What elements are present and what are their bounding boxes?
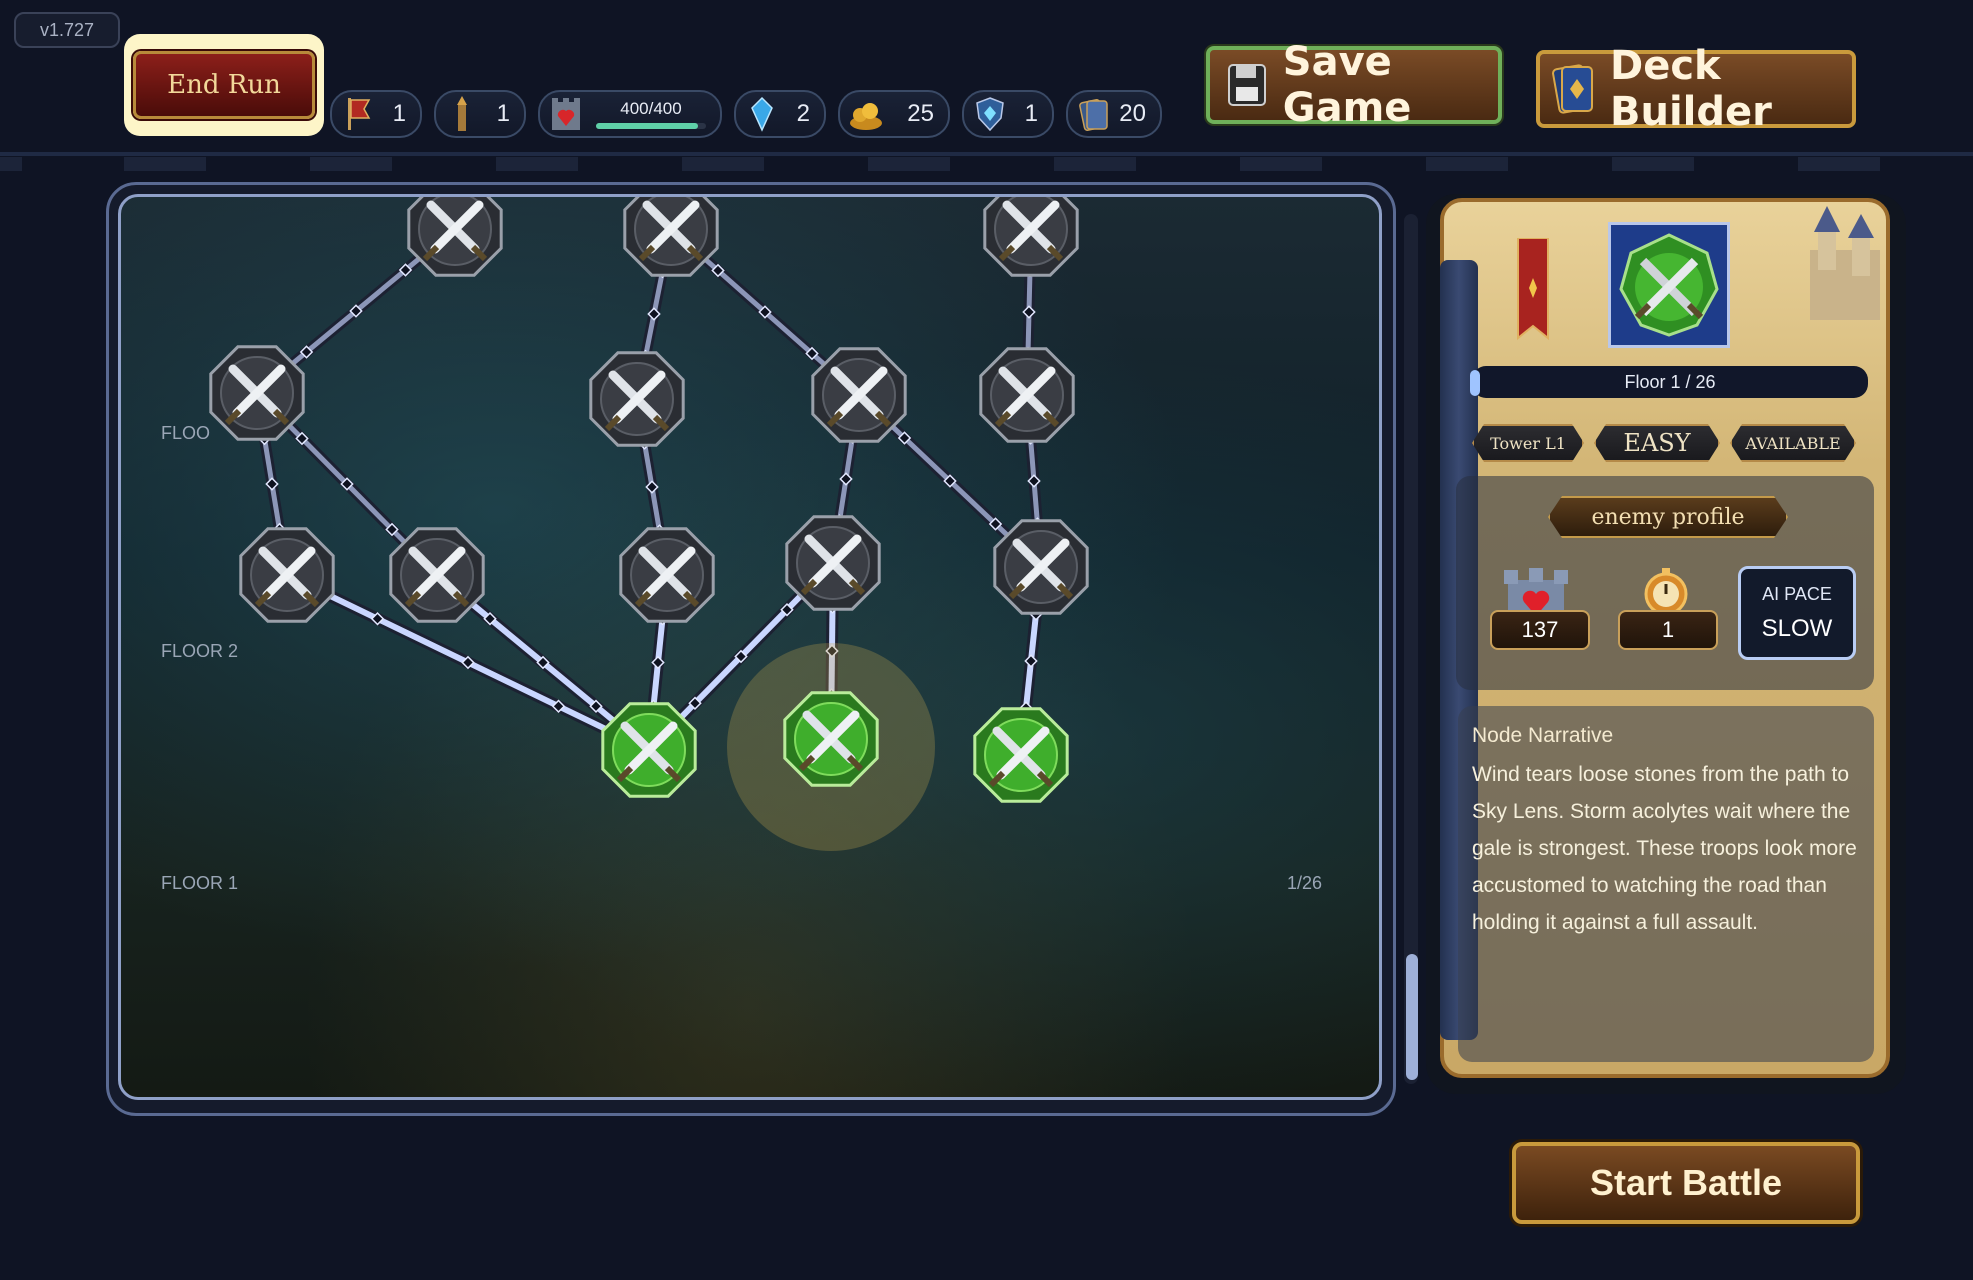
crystal-icon [744, 94, 780, 134]
node-narrative-box: Node Narrative Wind tears loose stones f… [1458, 706, 1874, 1062]
divider-tick [124, 157, 206, 171]
ai-pace-value: SLOW [1761, 614, 1833, 642]
locked-battle-node [619, 527, 715, 623]
gold-count: 25 [907, 100, 934, 127]
divider-tick [868, 157, 950, 171]
save-game-label: Save Game [1282, 39, 1412, 131]
card-deck-icon [1552, 61, 1596, 117]
floor-progress-bar: Floor 1 / 26 [1472, 366, 1868, 398]
shield-gem-icon [972, 94, 1008, 134]
card-deck-counter: 20 [1066, 90, 1162, 138]
bookmark-ribbon-icon [1517, 238, 1549, 341]
banner-count: 1 [392, 100, 406, 127]
divider-tick [1798, 157, 1880, 171]
available-battle-node[interactable] [973, 707, 1069, 803]
banner-icon [340, 94, 376, 134]
divider-tick [682, 157, 764, 171]
banner-counter: 1 [330, 90, 422, 138]
available-battle-node[interactable] [601, 702, 697, 798]
gold-pile-icon [848, 94, 884, 134]
locked-battle-node [983, 197, 1079, 277]
locked-battle-node [589, 351, 685, 447]
save-game-button[interactable]: Save Game [1206, 39, 1502, 131]
castle-icon [1810, 206, 1880, 320]
shield-gem-count: 1 [1024, 100, 1038, 127]
floor-1-label: FLOOR 1 [161, 873, 239, 893]
locked-battle-node [979, 347, 1075, 443]
shield-gem-counter: 1 [962, 90, 1054, 138]
floor-3-label-partial: FLOO [161, 423, 211, 443]
divider-tick [1612, 157, 1694, 171]
locked-battle-node [407, 197, 503, 277]
floor-progress-fill [1470, 370, 1480, 396]
health-bar-fill [596, 123, 699, 129]
divider-tick [1426, 157, 1508, 171]
narrative-title: Node Narrative [1472, 724, 1614, 747]
narrative-text: Wind tears loose stones from the path to… [1472, 763, 1857, 934]
tower-level-badge: Tower L1 [1472, 424, 1584, 462]
locked-battle-node [389, 527, 485, 623]
crystal-counter: 2 [734, 90, 826, 138]
map-scrollbar-thumb[interactable] [1406, 954, 1418, 1080]
crystal-count: 2 [796, 100, 810, 127]
floor-progress-text: Floor 1 / 26 [1624, 371, 1716, 392]
end-run-highlight: End Run [124, 34, 324, 136]
available-battle-node[interactable] [783, 691, 879, 787]
tower-count: 1 [496, 100, 510, 127]
stopwatch-icon [1644, 568, 1688, 616]
crossed-swords-icon [1619, 233, 1719, 337]
health-bar-track [596, 123, 706, 129]
version-label: v1.727 [14, 12, 120, 48]
map-canvas [209, 197, 1089, 851]
castle-health-counter: 400/400 [538, 90, 722, 138]
divider-tick [1240, 157, 1322, 171]
ai-pace-label: AI PACE [1762, 583, 1832, 604]
locked-battle-node [209, 345, 305, 441]
floppy-disk-icon [1226, 57, 1269, 113]
ai-pace-box: AI PACE SLOW [1738, 566, 1856, 660]
divider-tick [496, 157, 578, 171]
deck-builder-button[interactable]: Deck Builder [1536, 43, 1856, 135]
tower-icon [444, 94, 480, 134]
card-deck-count: 20 [1119, 100, 1146, 127]
tower-counter: 1 [434, 90, 526, 138]
difficulty-badge: EASY [1594, 424, 1720, 462]
locked-battle-node [785, 515, 881, 611]
selected-node-portrait [1608, 222, 1730, 348]
start-battle-button[interactable]: Start Battle [1512, 1142, 1860, 1224]
divider-tick [1054, 157, 1136, 171]
end-run-button[interactable]: End Run [133, 51, 315, 119]
locked-battle-node [239, 527, 335, 623]
node-status-badge: AVAILABLE [1730, 424, 1856, 462]
locked-battle-node [993, 519, 1089, 615]
castle-health-value: 400/400 [620, 99, 682, 118]
locked-battle-node [623, 197, 719, 277]
divider-tick [310, 157, 392, 171]
floor-progress-side-label: 1/26 [1287, 873, 1323, 893]
header-divider [0, 152, 1973, 156]
tower-map: FLOO FLOOR 2 FLOOR 1 1/26 [118, 194, 1382, 1100]
locked-battle-node [811, 347, 907, 443]
divider-tick [0, 157, 22, 171]
enemy-health-value: 137 [1490, 610, 1590, 650]
floor-2-label: FLOOR 2 [161, 641, 239, 661]
deck-builder-label: Deck Builder [1610, 43, 1772, 135]
castle-heart-icon [548, 94, 584, 134]
enemy-profile-banner: enemy profile [1548, 496, 1788, 538]
card-deck-icon [1076, 94, 1112, 134]
enemy-timer-value: 1 [1618, 610, 1718, 650]
gold-counter: 25 [838, 90, 950, 138]
